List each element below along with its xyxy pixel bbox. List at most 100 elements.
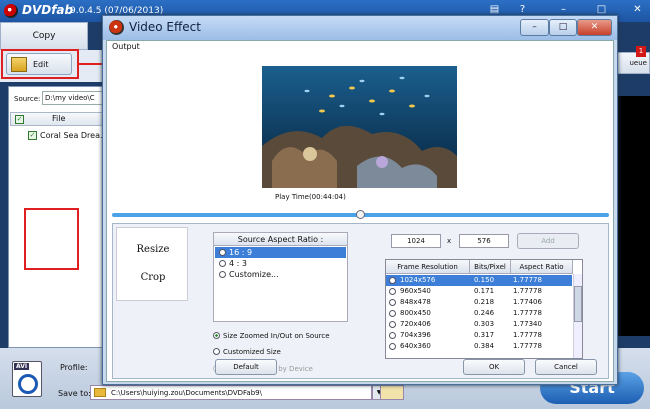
table-row[interactable]: 960x540 0.171 1.77778 <box>386 286 572 297</box>
tab-crop[interactable]: Crop <box>117 264 189 292</box>
radio-icon <box>219 271 226 278</box>
dialog-minimize-icon[interactable]: – <box>520 19 549 36</box>
avi-label: AVI <box>14 363 30 370</box>
radio-icon <box>389 299 396 306</box>
table-cell: 720x406 <box>400 320 431 328</box>
aspect-option-label: 4 : 3 <box>229 259 247 268</box>
dialog-logo-icon <box>109 20 124 35</box>
tabs-highlight-box <box>24 208 79 270</box>
table-cell: 1.77340 <box>513 320 542 328</box>
table-row[interactable]: 848x478 0.218 1.77406 <box>386 297 572 308</box>
add-button[interactable]: Add <box>517 233 579 249</box>
cancel-button[interactable]: Cancel <box>535 359 597 375</box>
save-path-input[interactable]: C:\Users\huiying.zou\Documents\DVDFab9\ <box>90 385 372 400</box>
table-cell: 0.218 <box>474 298 495 306</box>
customized-size-option[interactable]: Customized Size <box>213 348 281 356</box>
effect-tabs: Resize Crop <box>116 227 188 301</box>
table-row[interactable]: 800x450 0.246 1.77778 <box>386 308 572 319</box>
table-cell: 848x478 <box>400 298 431 306</box>
output-label: Output <box>112 42 140 51</box>
table-cell: 0.384 <box>474 342 495 350</box>
table-row[interactable]: 704x396 0.317 1.77778 <box>386 330 572 341</box>
table-cell: 1.77778 <box>513 342 542 350</box>
radio-icon <box>219 260 226 267</box>
aspect-option-16-9[interactable]: 16 : 9 <box>215 247 346 258</box>
browse-folder-button[interactable] <box>380 385 404 400</box>
aspect-option-label: 16 : 9 <box>229 248 253 257</box>
radio-icon <box>389 288 396 295</box>
aspect-option-label: Customize... <box>229 270 279 279</box>
file-item-checkbox[interactable]: ✓ <box>28 131 37 140</box>
close-icon[interactable]: ✕ <box>630 3 645 17</box>
tab-resize[interactable]: Resize <box>117 236 189 264</box>
dialog-title: Video Effect <box>129 20 201 34</box>
table-cell: 1.77778 <box>513 309 542 317</box>
aspect-ratio-header: Source Aspect Ratio : <box>214 233 347 246</box>
table-cell: 704x396 <box>400 331 431 339</box>
table-cell: 800x450 <box>400 309 431 317</box>
radio-selected-icon <box>213 332 220 339</box>
table-cell: 0.150 <box>474 276 495 284</box>
table-cell: 1024x576 <box>400 276 436 284</box>
table-cell: 0.303 <box>474 320 495 328</box>
video-preview <box>262 66 457 188</box>
resolution-table: Frame Resolution Bits/Pixel Aspect Ratio… <box>385 259 583 359</box>
size-separator: x <box>447 237 452 245</box>
radio-icon <box>389 321 396 328</box>
file-column-label: File <box>52 114 66 123</box>
radio-icon <box>389 310 396 317</box>
table-cell: 0.246 <box>474 309 495 317</box>
table-cell: 1.77778 <box>513 276 542 284</box>
source-label: Source: <box>14 95 41 103</box>
width-field[interactable]: 1024 <box>391 234 441 248</box>
table-row[interactable]: 1024x576 0.150 1.77778 <box>386 275 572 286</box>
select-all-checkbox[interactable]: ✓ <box>15 115 24 124</box>
play-circle-icon <box>18 374 38 394</box>
radio-icon <box>389 332 396 339</box>
size-option-label: Customized Size <box>223 348 281 356</box>
copy-tab[interactable]: Copy <box>0 22 88 50</box>
table-cell: 1.77778 <box>513 331 542 339</box>
aspect-option-customize[interactable]: Customize... <box>215 269 346 280</box>
seek-handle[interactable] <box>356 210 365 219</box>
table-cell: 0.317 <box>474 331 495 339</box>
app-name: DVDfab <box>22 3 74 17</box>
aspect-ratio-list: Source Aspect Ratio : 16 : 9 4 : 3 Custo… <box>213 232 348 322</box>
video-effect-dialog: Video Effect – □ ✕ Output Play Time(00:4… <box>102 15 618 385</box>
radio-icon <box>389 277 396 284</box>
table-row[interactable]: 640x360 0.384 1.77778 <box>386 341 572 352</box>
ok-button[interactable]: OK <box>463 359 525 375</box>
table-cell: 0.171 <box>474 287 495 295</box>
radio-icon <box>219 249 226 256</box>
file-list-item[interactable]: Coral Sea Drea... <box>40 131 108 140</box>
table-cell: 1.77406 <box>513 298 542 306</box>
table-cell: 1.77778 <box>513 287 542 295</box>
radio-icon <box>389 343 396 350</box>
folder-icon <box>94 388 106 397</box>
size-option-label: Size Zoomed In/Out on Source <box>223 332 330 340</box>
column-header[interactable]: Aspect Ratio <box>511 260 573 274</box>
dialog-close-icon[interactable]: ✕ <box>577 19 612 36</box>
radio-icon <box>213 348 220 355</box>
column-header[interactable]: Bits/Pixel <box>470 260 511 274</box>
effect-settings-panel: Resize Crop Source Aspect Ratio : 16 : 9… <box>112 223 609 379</box>
source-field[interactable]: D:\my video\C <box>42 91 108 105</box>
play-time-label: Play Time(00:44:04) <box>275 193 346 201</box>
table-cell: 640x360 <box>400 342 431 350</box>
size-zoomed-option[interactable]: Size Zoomed In/Out on Source <box>213 332 330 340</box>
aspect-option-4-3[interactable]: 4 : 3 <box>215 258 346 269</box>
scrollbar-thumb[interactable] <box>574 286 582 322</box>
save-to-label: Save to: <box>58 389 91 398</box>
dvdfab-logo-icon <box>4 4 18 18</box>
height-field[interactable]: 576 <box>459 234 509 248</box>
dialog-title-bar: Video Effect – □ ✕ <box>103 16 617 40</box>
profile-label: Profile: <box>60 363 88 372</box>
dialog-body: Output Play Time(00:44:04) Resize Crop S… <box>106 40 614 382</box>
queue-count-badge: 1 <box>636 46 646 57</box>
column-header[interactable]: Frame Resolution <box>386 260 470 274</box>
table-row[interactable]: 720x406 0.303 1.77340 <box>386 319 572 330</box>
table-cell: 960x540 <box>400 287 431 295</box>
default-button[interactable]: Default <box>215 359 277 375</box>
edit-highlight-box <box>1 49 79 79</box>
dialog-maximize-icon[interactable]: □ <box>549 19 577 36</box>
